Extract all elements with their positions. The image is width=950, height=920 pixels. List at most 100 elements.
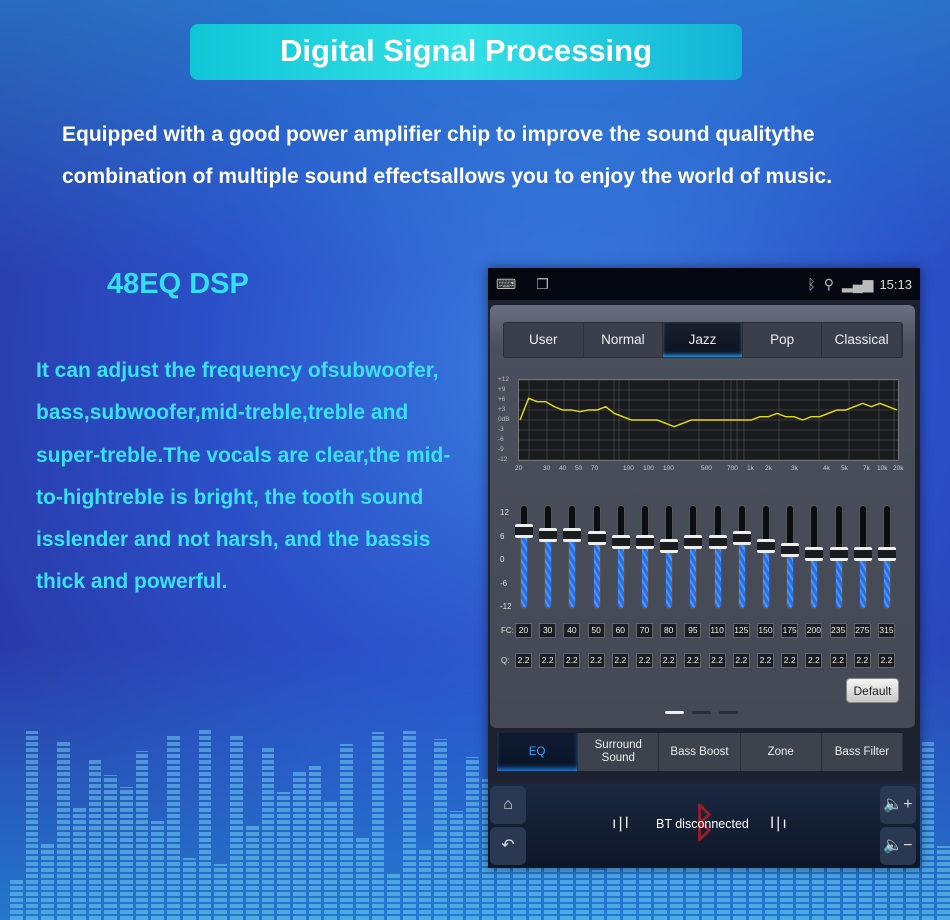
bar-decoration <box>230 734 243 920</box>
eq-slider[interactable] <box>684 505 703 609</box>
bt-status: BT disconnected <box>656 817 749 831</box>
q-value[interactable]: 2.2 <box>732 653 750 668</box>
eq-sliders: 12 6 0 -6 -12 <box>490 500 915 620</box>
slider-knob[interactable] <box>757 539 775 554</box>
q-value[interactable]: 2.2 <box>757 653 774 668</box>
bluetooth-icon: ᛒ <box>807 276 816 292</box>
slider-knob[interactable] <box>611 535 630 550</box>
y-axis-label: 0dB <box>498 416 510 423</box>
q-value[interactable]: 2.2 <box>805 653 823 668</box>
eq-slider[interactable] <box>829 505 848 609</box>
tab-user[interactable]: User <box>504 323 584 357</box>
slider-knob[interactable] <box>539 527 558 542</box>
x-axis-label: 700 <box>727 465 738 472</box>
eq-slider[interactable] <box>636 505 654 609</box>
fc-value[interactable]: 125 <box>732 623 750 638</box>
tab-pop[interactable]: Pop <box>743 323 823 357</box>
bar-decoration <box>72 805 86 920</box>
volume-down-icon[interactable]: 🔈− <box>880 827 916 865</box>
fc-value[interactable]: 200 <box>805 623 823 638</box>
slider-knob[interactable] <box>515 523 533 538</box>
q-value[interactable]: 2.2 <box>636 653 653 668</box>
y-axis-label: +3 <box>498 406 506 413</box>
fc-value[interactable]: 315 <box>878 623 895 638</box>
tab-normal[interactable]: Normal <box>584 323 664 357</box>
q-value[interactable]: 2.2 <box>708 653 726 668</box>
fc-value[interactable]: 50 <box>587 623 605 638</box>
x-axis-label: 5k <box>841 465 848 472</box>
volume-up-icon[interactable]: 🔈+ <box>880 786 916 824</box>
eq-slider[interactable] <box>515 505 533 609</box>
q-value[interactable]: 2.2 <box>563 653 581 668</box>
eq-slider[interactable] <box>805 505 824 609</box>
bar-decoration <box>465 756 479 920</box>
fc-value[interactable]: 80 <box>660 623 678 638</box>
fc-value[interactable]: 40 <box>563 623 581 638</box>
slider-knob[interactable] <box>732 531 751 546</box>
eq-slider[interactable] <box>732 505 751 609</box>
slider-knob[interactable] <box>878 547 896 562</box>
slider-knob[interactable] <box>708 535 727 550</box>
slider-knob[interactable] <box>587 531 606 546</box>
fc-value[interactable]: 275 <box>853 623 871 638</box>
slider-fill <box>569 532 576 608</box>
eq-slider[interactable] <box>563 505 582 609</box>
eq-slider[interactable] <box>853 505 872 609</box>
q-value[interactable]: 2.2 <box>829 653 847 668</box>
bar-decoration <box>434 738 448 920</box>
page-dot[interactable] <box>719 711 738 714</box>
eq-slider[interactable] <box>757 505 775 609</box>
q-value[interactable]: 2.2 <box>539 653 557 668</box>
back-icon[interactable]: ↶ <box>490 827 526 865</box>
q-value[interactable]: 2.2 <box>853 653 871 668</box>
tab-jazz[interactable]: Jazz <box>663 323 743 357</box>
slider-knob[interactable] <box>829 547 848 562</box>
eq-slider[interactable] <box>611 505 630 609</box>
slider-knob[interactable] <box>636 535 654 550</box>
fc-value[interactable]: 150 <box>757 623 774 638</box>
fc-value[interactable]: 70 <box>636 623 653 638</box>
eq-slider[interactable] <box>539 505 558 609</box>
page-dot[interactable] <box>665 711 684 714</box>
tab-zone[interactable]: Zone <box>741 733 822 771</box>
tab-bass-filter[interactable]: Bass Filter <box>822 733 904 771</box>
fc-value[interactable]: 110 <box>708 623 726 638</box>
slider-knob[interactable] <box>781 543 800 558</box>
y-axis-label: +6 <box>498 396 506 403</box>
keyboard-icon[interactable]: ⌨ <box>496 276 516 293</box>
q-value[interactable]: 2.2 <box>587 653 605 668</box>
tab-label: Zone <box>767 745 794 758</box>
tab-eq[interactable]: EQ <box>497 733 579 771</box>
q-value[interactable]: 2.2 <box>515 653 532 668</box>
slider-knob[interactable] <box>563 527 582 542</box>
q-value[interactable]: 2.2 <box>878 653 895 668</box>
eq-slider[interactable] <box>587 505 606 609</box>
recent-apps-icon[interactable]: ❐ <box>536 276 549 293</box>
fc-value[interactable]: 20 <box>515 623 532 638</box>
bar-decoration <box>41 841 55 920</box>
fc-value[interactable]: 95 <box>684 623 702 638</box>
slider-knob[interactable] <box>805 547 824 562</box>
fc-value[interactable]: 175 <box>781 623 799 638</box>
page-dot[interactable] <box>692 711 711 714</box>
eq-slider[interactable] <box>660 505 679 609</box>
tab-classical[interactable]: Classical <box>822 323 902 357</box>
q-value[interactable]: 2.2 <box>684 653 702 668</box>
q-value[interactable]: 2.2 <box>611 653 629 668</box>
fc-value[interactable]: 60 <box>611 623 629 638</box>
eq-slider[interactable] <box>708 505 727 609</box>
fc-value[interactable]: 235 <box>829 623 847 638</box>
tab-bass-boost[interactable]: Bass Boost <box>659 733 741 771</box>
tab-surround-sound[interactable]: Surround Sound <box>578 733 660 771</box>
q-value[interactable]: 2.2 <box>660 653 678 668</box>
q-value[interactable]: 2.2 <box>781 653 799 668</box>
slider-knob[interactable] <box>660 539 679 554</box>
eq-slider[interactable] <box>878 505 896 609</box>
slider-knob[interactable] <box>853 547 872 562</box>
y-axis-label: +9 <box>498 386 506 393</box>
home-icon[interactable]: ⌂ <box>490 786 526 824</box>
eq-slider[interactable] <box>781 505 800 609</box>
fc-value[interactable]: 30 <box>539 623 557 638</box>
default-button[interactable]: Default <box>846 678 899 703</box>
slider-knob[interactable] <box>684 535 703 550</box>
